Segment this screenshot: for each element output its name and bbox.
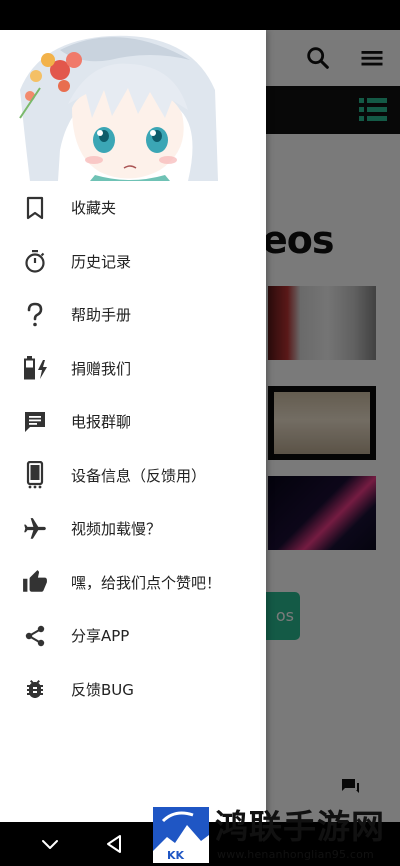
menu-item-donate[interactable]: 捐赠我们 (0, 342, 266, 396)
status-bar (0, 0, 400, 30)
menu-item-label: 帮助手册 (71, 306, 132, 325)
menu-item-device-info[interactable]: 设备信息（反馈用） (0, 449, 266, 503)
menu-item-report-bug[interactable]: 反馈BUG (0, 663, 266, 717)
menu-item-label: 嘿，给我们点个赞吧！ (71, 573, 222, 592)
menu-item-rate-us[interactable]: 嘿，给我们点个赞吧！ (0, 556, 266, 610)
menu-item-label: 捐赠我们 (71, 359, 132, 378)
menu-item-label: 分享APP (71, 627, 130, 646)
navigation-drawer: 收藏夹 历史记录 帮助手册 捐赠我们 电报群聊 设备信息（反馈用） 视频加载慢？… (0, 30, 266, 822)
menu-item-label: 反馈BUG (71, 680, 134, 699)
watermark: KK 鸿联手游网 www.henanhonglian95.com (151, 805, 400, 866)
message-icon (22, 409, 48, 435)
chevron-down-icon[interactable] (38, 832, 62, 856)
watermark-logo: KK (153, 807, 209, 863)
menu-item-label: 设备信息（反馈用） (71, 466, 207, 485)
back-triangle-icon[interactable] (102, 832, 126, 856)
share-icon (22, 623, 48, 649)
battery-charging-icon (22, 355, 48, 381)
bug-icon (22, 676, 48, 702)
menu-item-share-app[interactable]: 分享APP (0, 609, 266, 663)
anime-girl-illustration (0, 30, 266, 181)
bookmark-icon (22, 195, 48, 221)
phone-info-icon (22, 461, 48, 489)
drawer-menu: 收藏夹 历史记录 帮助手册 捐赠我们 电报群聊 设备信息（反馈用） 视频加载慢？… (0, 181, 266, 716)
menu-item-label: 视频加载慢？ (71, 520, 162, 539)
thumb-up-icon (22, 569, 48, 595)
menu-item-slow-video[interactable]: 视频加载慢？ (0, 502, 266, 556)
menu-item-favorites[interactable]: 收藏夹 (0, 181, 266, 235)
menu-item-label: 电报群聊 (71, 413, 132, 432)
help-icon (22, 302, 48, 328)
svg-text:KK: KK (167, 849, 185, 862)
airplane-icon (22, 516, 48, 542)
menu-item-history[interactable]: 历史记录 (0, 235, 266, 289)
menu-item-label: 收藏夹 (71, 199, 117, 218)
menu-item-label: 历史记录 (71, 252, 132, 271)
drawer-header-image (0, 30, 266, 181)
watermark-url: www.henanhonglian95.com (217, 848, 374, 861)
menu-item-help[interactable]: 帮助手册 (0, 288, 266, 342)
timer-icon (22, 248, 48, 274)
watermark-title: 鸿联手游网 (215, 807, 385, 846)
menu-item-telegram-group[interactable]: 电报群聊 (0, 395, 266, 449)
